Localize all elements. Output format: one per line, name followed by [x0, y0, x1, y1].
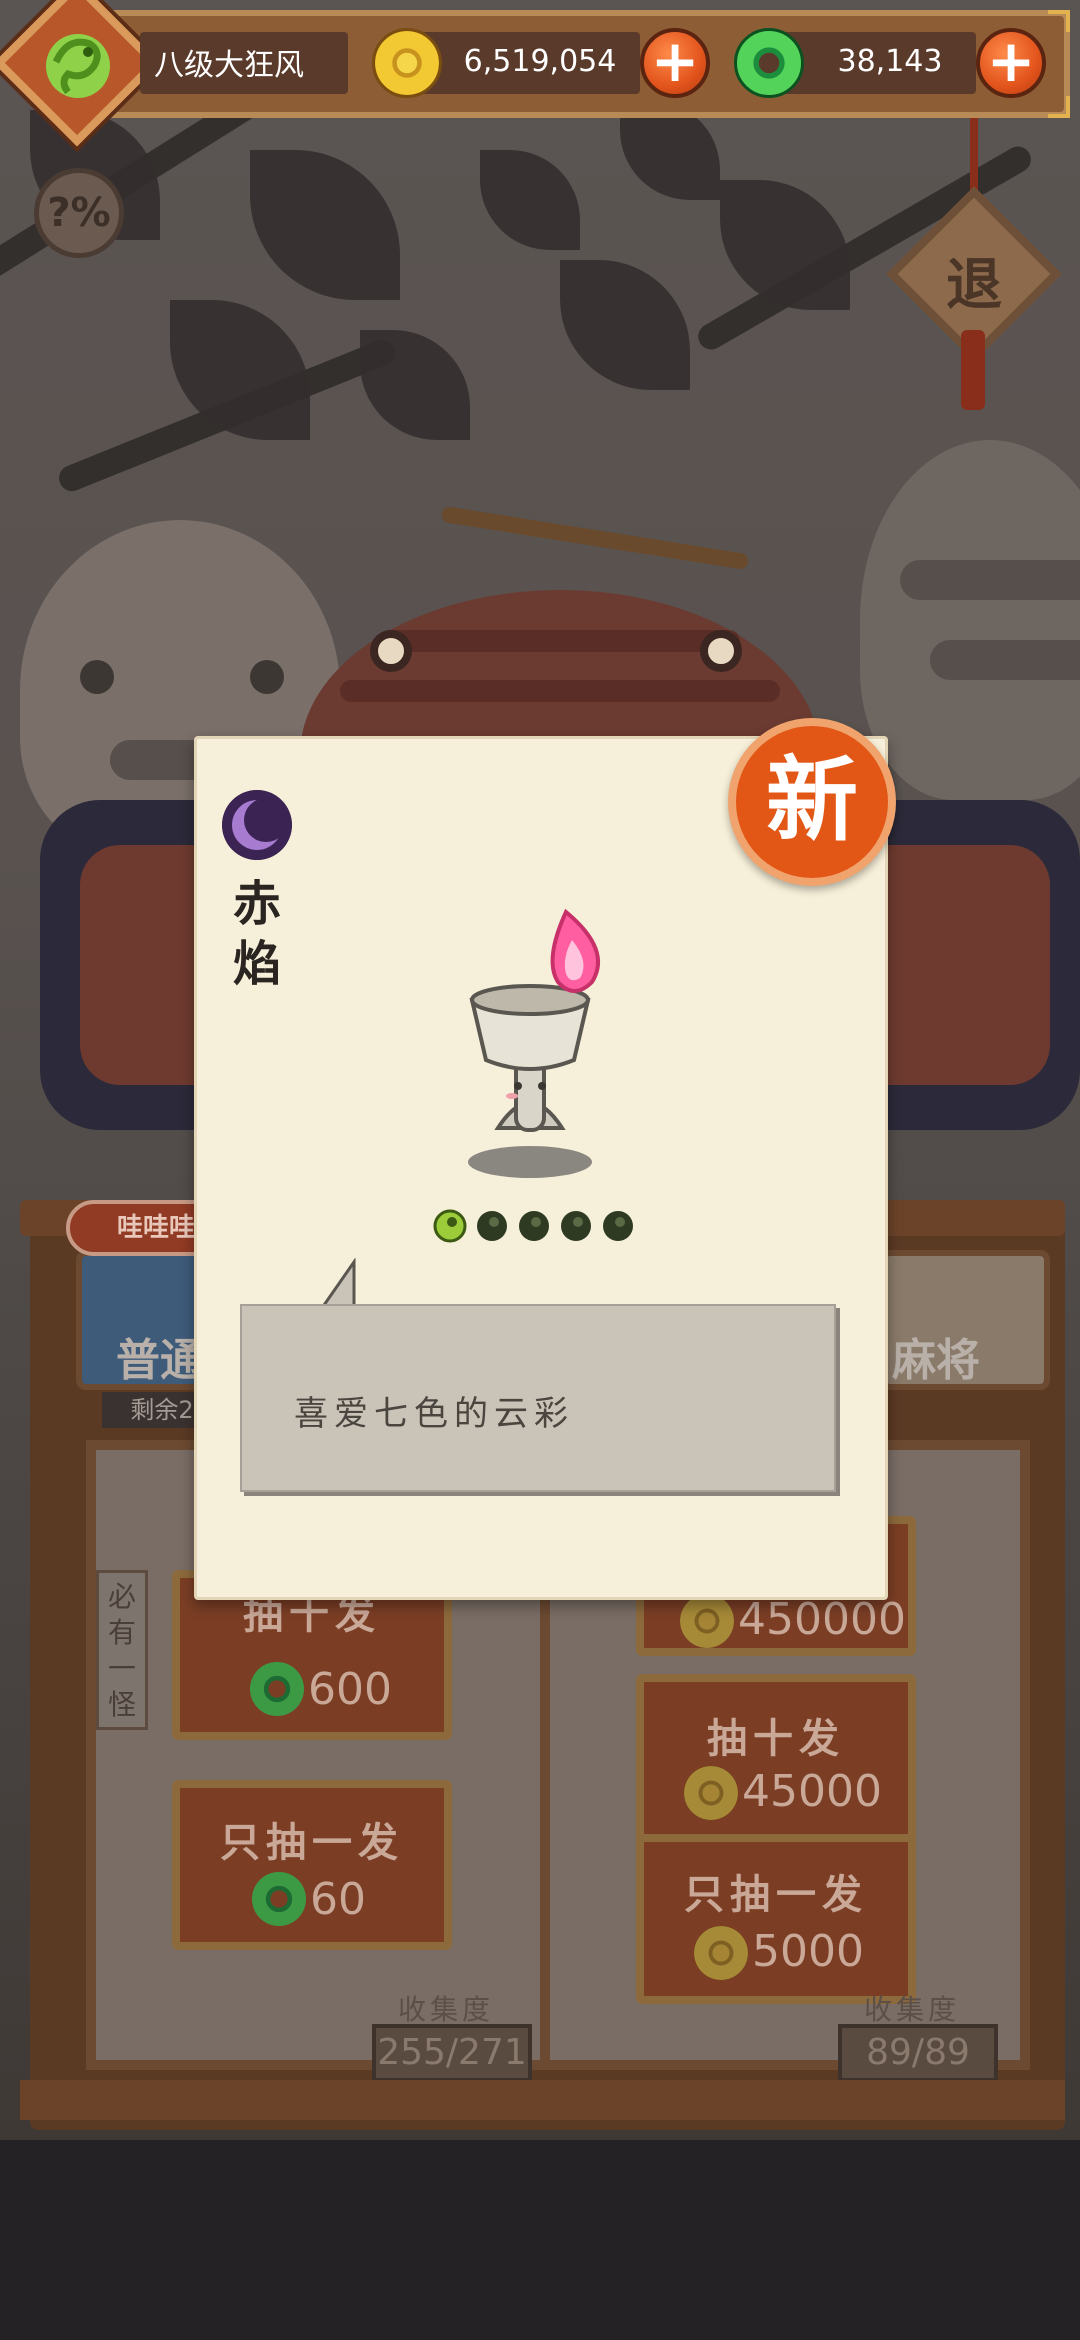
- draw-one-gold-button[interactable]: 只抽一发 5000: [636, 1834, 916, 2004]
- star-empty-icon: [603, 1211, 633, 1241]
- leaf: [250, 150, 400, 300]
- flame-goblet-icon: [468, 908, 601, 1178]
- draw-one-label: 只抽一发: [684, 1872, 868, 1918]
- jade-coin-icon: [252, 1872, 306, 1926]
- collection-progress-mahjong: 89/89: [838, 2024, 998, 2082]
- moon-element-icon: [222, 790, 292, 860]
- corner-ornament: [1048, 10, 1070, 32]
- new-badge: 新: [728, 718, 896, 886]
- star-rating: [433, 1209, 633, 1243]
- gold-coin-icon: [694, 1926, 748, 1980]
- gold-coin-icon: [680, 1594, 734, 1648]
- leaf: [560, 260, 690, 390]
- collection-progress-normal: 255/271: [372, 2024, 532, 2082]
- tab-normal-label: 普通: [116, 1335, 204, 1386]
- jade-coin-icon: [250, 1662, 304, 1716]
- monster-name: 赤焰: [232, 876, 281, 992]
- collection-label: 收集度: [398, 1993, 495, 2026]
- gold-coin-icon: [372, 28, 442, 98]
- drop-rate-help-button[interactable]: ?%: [34, 168, 124, 258]
- star-empty-icon: [519, 1211, 549, 1241]
- draw-ten-label: 抽十发: [707, 1716, 845, 1762]
- monster-description: 喜爱七色的云彩: [294, 1394, 574, 1434]
- draw-ten-price: 600: [308, 1664, 392, 1715]
- corner-ornament: [1048, 96, 1070, 118]
- add-gold-button[interactable]: +: [640, 28, 710, 98]
- add-jade-button[interactable]: +: [976, 28, 1046, 98]
- gold-value: 6,519,054: [463, 44, 617, 79]
- leaf: [480, 150, 580, 250]
- draw-one-jade-button[interactable]: 只抽一发 60: [172, 1780, 452, 1950]
- speech-tail: [320, 1258, 356, 1308]
- guarantee-banner: 必有一怪: [96, 1570, 148, 1730]
- exit-tassel: [961, 330, 985, 410]
- gold-coin-icon: [684, 1766, 738, 1820]
- jade-value: 38,143: [837, 44, 943, 79]
- dragon-avatar-icon: [46, 34, 110, 98]
- star-filled-icon: [433, 1209, 467, 1243]
- shop-bottom-rail: [20, 2080, 1065, 2120]
- collection-label: 收集度: [864, 1993, 961, 2026]
- draw-one-gold-price: 5000: [752, 1926, 864, 1977]
- draw-ten-gold-button[interactable]: 抽十发 45000: [636, 1674, 916, 1844]
- jade-coin-icon: [734, 28, 804, 98]
- star-empty-icon: [561, 1211, 591, 1241]
- player-name: 八级大狂风: [154, 48, 304, 83]
- tab-mahjong-label: 麻将: [892, 1335, 980, 1386]
- background-creature: [860, 440, 1080, 800]
- leaf: [360, 330, 470, 440]
- draw-one-price: 60: [310, 1874, 366, 1925]
- draw-hundred-price: 450000: [738, 1594, 906, 1645]
- staff: [440, 505, 750, 571]
- star-empty-icon: [477, 1211, 507, 1241]
- exit-button-label: 退: [946, 252, 1002, 318]
- draw-ten-gold-price: 45000: [742, 1766, 882, 1817]
- draw-one-label: 只抽一发: [220, 1820, 404, 1866]
- leaf: [720, 180, 850, 310]
